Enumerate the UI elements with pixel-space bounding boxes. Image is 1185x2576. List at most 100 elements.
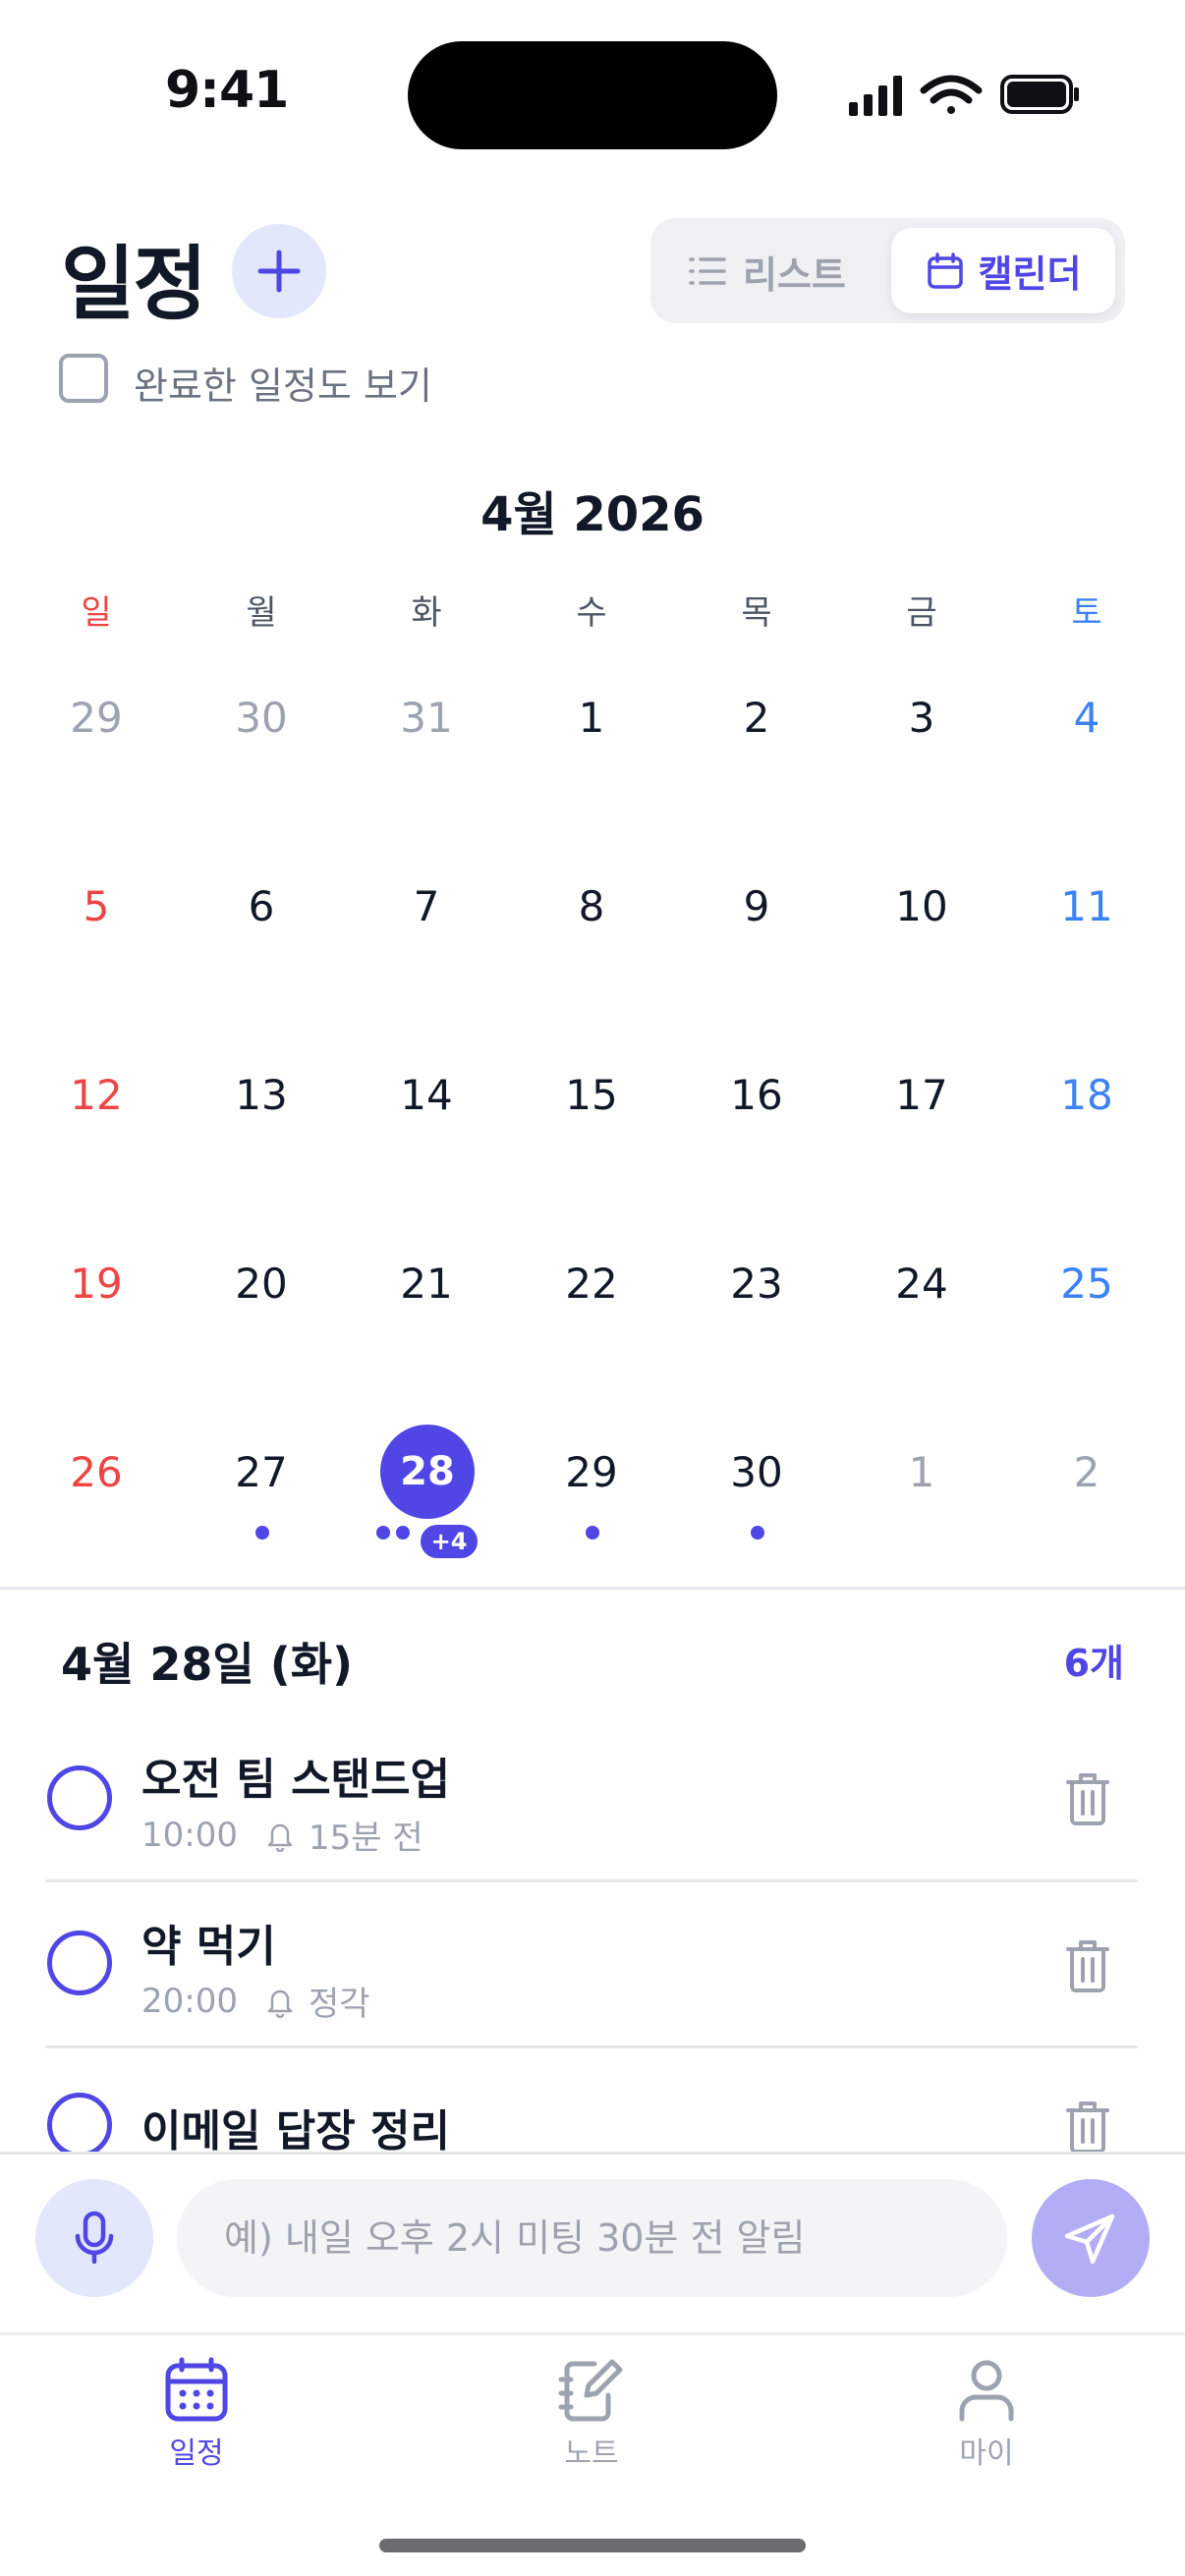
calendar-day[interactable]: 7 (358, 882, 495, 930)
status-time: 9:41 (165, 61, 289, 120)
list-view-label: 리스트 (743, 252, 846, 297)
battery-icon (1000, 75, 1079, 114)
show-completed-checkbox[interactable] (59, 354, 108, 403)
list-view-tab[interactable]: 리스트 (688, 248, 846, 297)
event-dot (376, 1526, 390, 1540)
add-schedule-button[interactable] (232, 224, 326, 318)
calendar-day[interactable]: 19 (28, 1260, 165, 1308)
calendar-day[interactable]: 3 (853, 694, 990, 742)
calendar-day[interactable]: 20 (193, 1260, 330, 1308)
microphone-icon (75, 2211, 114, 2265)
task-reminder: 정각 (308, 1985, 370, 2024)
calendar-day[interactable]: 2 (1018, 1448, 1156, 1496)
calendar-day[interactable]: 12 (28, 1071, 165, 1119)
task-title[interactable]: 오전 팀 스탠드업 (141, 1744, 450, 1807)
calendar-day[interactable]: 1 (853, 1448, 990, 1496)
send-icon (1064, 2213, 1115, 2265)
bell-icon (267, 1823, 293, 1852)
task-separator (45, 2045, 1138, 2048)
person-icon (959, 2360, 1014, 2422)
calendar-view-tab[interactable]: 캘린더 (891, 228, 1115, 313)
send-button[interactable] (1032, 2179, 1150, 2297)
calendar-day[interactable]: 6 (193, 882, 330, 930)
task-time: 20:00 (141, 1981, 238, 2021)
calendar-day[interactable]: 2 (688, 694, 825, 742)
calendar-day[interactable]: 26 (28, 1448, 165, 1496)
plus-icon (257, 250, 301, 293)
calendar-day[interactable]: 5 (28, 882, 165, 930)
calendar-day[interactable]: 15 (523, 1071, 660, 1119)
event-dot (255, 1526, 269, 1540)
calendar-day-selected[interactable]: 28 (380, 1425, 475, 1519)
calendar-day[interactable]: 22 (523, 1260, 660, 1308)
calendar-day[interactable]: 24 (853, 1260, 990, 1308)
task-complete-toggle[interactable] (47, 2093, 112, 2157)
voice-input-button[interactable] (35, 2179, 153, 2297)
task-title[interactable]: 이메일 답장 정리 (141, 2096, 450, 2158)
cellular-signal-icon (849, 76, 902, 116)
calendar-day[interactable]: 18 (1018, 1071, 1156, 1119)
task-separator (45, 1879, 1138, 1882)
task-meta: 10:00 15분 전 (141, 1811, 423, 1859)
weekday-label: 금 (906, 593, 937, 633)
task-complete-toggle[interactable] (47, 1765, 112, 1830)
bell-icon (267, 1989, 293, 2018)
event-dot (396, 1526, 410, 1540)
weekday-label: 목 (741, 593, 772, 633)
calendar-day[interactable]: 21 (358, 1260, 495, 1308)
show-completed-label[interactable]: 완료한 일정도 보기 (134, 356, 432, 410)
trash-icon[interactable] (1066, 1770, 1109, 1825)
calendar-day[interactable]: 13 (193, 1071, 330, 1119)
task-reminder: 15분 전 (308, 1819, 423, 1858)
schedule-text-input[interactable] (177, 2179, 1007, 2297)
weekday-label: 수 (576, 593, 607, 633)
event-dot (751, 1526, 764, 1540)
calendar-day[interactable]: 17 (853, 1071, 990, 1119)
weekday-label: 토 (1071, 593, 1102, 633)
calendar-day[interactable]: 16 (688, 1071, 825, 1119)
tab-my[interactable]: 마이 (888, 2356, 1085, 2472)
calendar-day[interactable]: 8 (523, 882, 660, 930)
calendar-day[interactable]: 14 (358, 1071, 495, 1119)
status-icons (849, 75, 1079, 116)
selected-date-label: 4월 28일 (화) (61, 1638, 354, 1691)
trash-icon[interactable] (1066, 2099, 1109, 2154)
event-dot (586, 1526, 599, 1540)
task-count: 6개 (1063, 1642, 1124, 1685)
tab-label: 노트 (564, 2436, 619, 2471)
task-meta: 20:00 정각 (141, 1977, 370, 2025)
calendar-icon (927, 252, 963, 289)
calendar-day[interactable]: 11 (1018, 882, 1156, 930)
task-time: 10:00 (141, 1815, 238, 1855)
weekday-label: 월 (246, 593, 277, 633)
task-complete-toggle[interactable] (47, 1931, 112, 1995)
wifi-icon (920, 75, 983, 114)
tab-notes[interactable]: 노트 (493, 2356, 690, 2472)
calendar-day[interactable]: 31 (358, 694, 495, 742)
trash-icon[interactable] (1066, 1937, 1109, 1992)
note-icon (558, 2359, 623, 2422)
calendar-day[interactable]: 27 (193, 1448, 330, 1496)
home-indicator (379, 2539, 806, 2552)
calendar-day[interactable]: 10 (853, 882, 990, 930)
calendar-icon (165, 2357, 228, 2422)
weekday-label: 일 (81, 593, 112, 633)
calendar-day[interactable]: 29 (523, 1448, 660, 1496)
tab-label: 마이 (959, 2436, 1014, 2471)
calendar-day[interactable]: 25 (1018, 1260, 1156, 1308)
calendar-day[interactable]: 29 (28, 694, 165, 742)
page-title: 일정 (61, 238, 207, 331)
calendar-view-label: 캘린더 (978, 252, 1082, 296)
calendar-day[interactable]: 30 (688, 1448, 825, 1496)
calendar-day[interactable]: 1 (523, 694, 660, 742)
calendar-day[interactable]: 4 (1018, 694, 1156, 742)
calendar-day[interactable]: 9 (688, 882, 825, 930)
more-events-badge: +4 (421, 1525, 478, 1558)
tab-label: 일정 (169, 2436, 224, 2471)
weekday-label: 화 (411, 593, 442, 633)
calendar-day[interactable]: 23 (688, 1260, 825, 1308)
calendar-day[interactable]: 30 (193, 694, 330, 742)
task-title[interactable]: 약 먹기 (141, 1911, 276, 1974)
month-label: 4월 2026 (480, 487, 705, 542)
tab-schedule[interactable]: 일정 (98, 2356, 295, 2472)
